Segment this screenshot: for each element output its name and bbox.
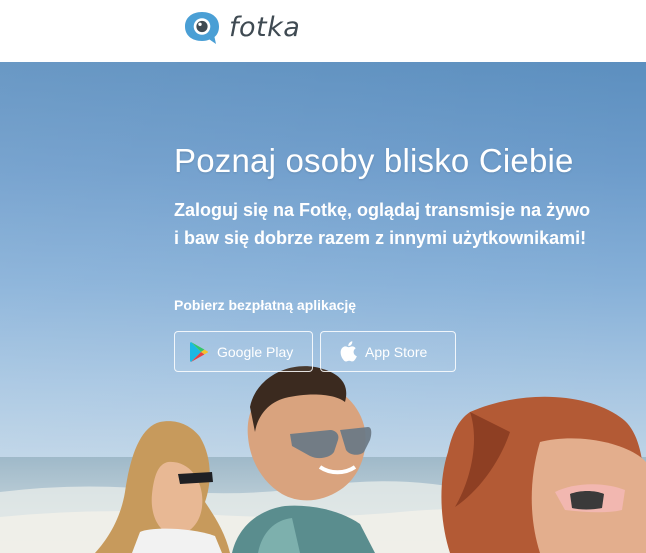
- google-play-label: Google Play: [217, 343, 294, 360]
- hero-subline-line-2: i baw się dobrze razem z innymi użytkown…: [174, 228, 587, 248]
- logo[interactable]: fotka: [183, 10, 300, 46]
- hero-subline-line-1: Zaloguj się na Fotkę, oglądaj transmisje…: [174, 200, 591, 220]
- google-play-icon: [189, 341, 209, 363]
- google-play-button[interactable]: Google Play: [174, 331, 313, 372]
- speech-bubble-camera-icon: [185, 12, 219, 44]
- hero-section: Poznaj osoby blisko Ciebie Zaloguj się n…: [0, 62, 646, 553]
- woman-right: [441, 396, 646, 553]
- app-store-label: App Store: [365, 343, 428, 360]
- hero-subline: Zaloguj się na Fotkę, oglądaj transmisje…: [174, 196, 614, 252]
- get-app-label: Pobierz bezpłatną aplikację: [174, 297, 357, 313]
- top-bar: fotka: [0, 0, 646, 62]
- app-store-button[interactable]: App Store: [320, 331, 456, 372]
- hero-headline: Poznaj osoby blisko Ciebie: [174, 142, 574, 179]
- apple-icon: [339, 341, 357, 362]
- logo-text: fotka: [229, 11, 301, 43]
